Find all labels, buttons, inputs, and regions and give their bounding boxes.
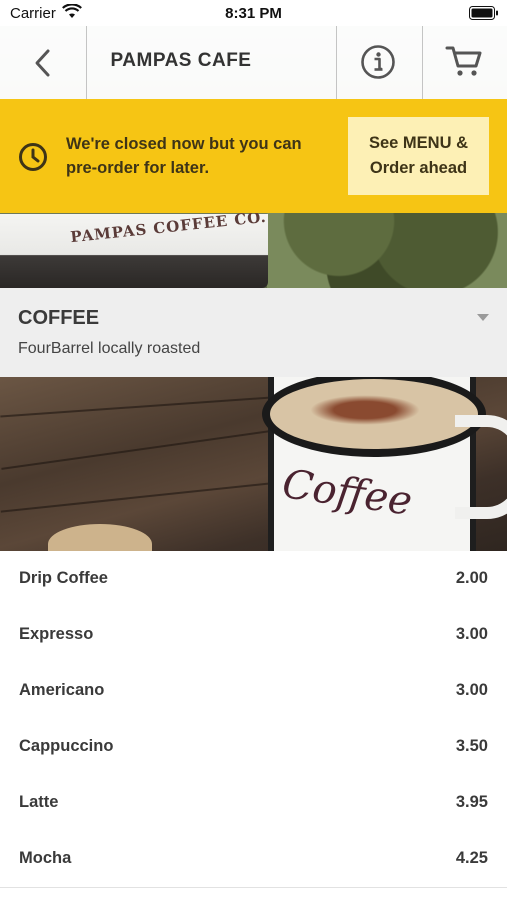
chevron-left-icon xyxy=(22,49,62,84)
status-bar: Carrier 8:31 PM xyxy=(0,0,507,26)
wood-grain xyxy=(0,479,300,513)
menu-item-price: 4.25 xyxy=(455,849,488,867)
menu-item-name: Drip Coffee xyxy=(19,569,108,587)
menu-item-name: Americano xyxy=(19,681,105,699)
menu-item-name: Mocha xyxy=(19,849,72,867)
menu-item[interactable]: Drip Coffee 2.00 xyxy=(0,551,507,608)
menu-item-price: 3.50 xyxy=(455,737,488,755)
see-menu-order-ahead-button[interactable]: See MENU & Order ahead xyxy=(348,117,489,195)
see-menu-order-ahead-label: See MENU & Order ahead xyxy=(368,134,469,177)
menu-item[interactable]: Expresso 3.00 xyxy=(0,607,507,664)
category-title: COFFEE xyxy=(18,307,100,329)
wood-grain xyxy=(0,394,300,418)
mug-handle xyxy=(455,415,507,519)
clock-icon xyxy=(18,142,48,177)
menu-item[interactable]: Latte 3.95 xyxy=(0,775,507,832)
category-header[interactable] xyxy=(0,288,507,377)
menu-item[interactable]: Mocha 4.25 xyxy=(0,831,507,888)
nav-divider xyxy=(422,26,423,99)
page-title: PAMPAS CAFE xyxy=(110,50,252,71)
info-circle-icon xyxy=(360,45,396,84)
status-time: 8:31 PM xyxy=(225,5,282,22)
menu-item-price: 3.95 xyxy=(455,793,488,811)
nav-divider xyxy=(336,26,337,99)
menu-item[interactable]: Americano 3.00 xyxy=(0,663,507,720)
menu-item-price: 3.00 xyxy=(455,681,488,699)
category-subtitle: FourBarrel locally roasted xyxy=(18,340,201,357)
wood-grain xyxy=(1,426,299,470)
cart-button[interactable] xyxy=(445,44,483,78)
back-button[interactable] xyxy=(22,46,62,80)
caret-down-icon[interactable] xyxy=(477,314,489,321)
menu-item-name: Cappuccino xyxy=(19,737,114,755)
cart-icon xyxy=(445,46,483,82)
menu-item-price: 3.00 xyxy=(455,625,488,643)
menu-item-name: Expresso xyxy=(19,625,94,643)
menu-item-name: Latte xyxy=(19,793,59,811)
cocoa-powder xyxy=(310,395,420,425)
info-button[interactable] xyxy=(360,44,396,80)
menu-item[interactable]: Cappuccino 3.50 xyxy=(0,719,507,776)
closed-message: We're closed now but you can pre-order f… xyxy=(66,135,302,177)
coffee-photo xyxy=(0,377,507,551)
battery-icon xyxy=(469,6,499,25)
menu-item-price: 2.00 xyxy=(455,569,488,587)
